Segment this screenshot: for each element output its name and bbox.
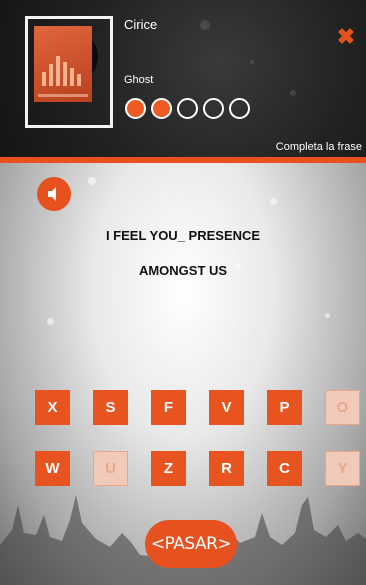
skip-button[interactable]: <PASAR> [145,520,237,568]
letter-key-v[interactable]: V [209,390,244,425]
progress-circle [151,98,172,119]
progress-circle [203,98,224,119]
song-header: Cirice Ghost ✖ Completa la frase [0,0,366,157]
bokeh-dot [250,60,254,64]
progress-circle [229,98,250,119]
close-icon[interactable]: ✖ [335,26,357,48]
equalizer-bar [77,74,81,86]
equalizer-bar [70,68,74,86]
album-caption [38,94,88,97]
equalizer-bar [63,62,67,86]
equalizer-bar [49,64,53,86]
progress-circle [177,98,198,119]
letter-key-p[interactable]: P [267,390,302,425]
album-art-icon [34,26,92,102]
bokeh-dot [47,318,54,325]
bokeh-dot [200,20,210,30]
letter-key-o[interactable]: O [325,390,360,425]
phrase-line-1: I FEEL YOU_ PRESENCE [105,228,261,243]
game-area: I FEEL YOU_ PRESENCE AMONGST US XSFVPO W… [0,163,366,585]
bokeh-dot [270,198,277,205]
phrase-line-2: AMONGST US [138,263,228,278]
keyboard-row-1: XSFVPO [35,390,360,425]
song-title: Ghost [124,74,154,86]
letter-key-x[interactable]: X [35,390,70,425]
speaker-icon [48,187,56,201]
equalizer-bar [56,56,60,86]
artist-name: Cirice [124,17,158,32]
play-sound-button[interactable] [37,177,71,211]
equalizer-bar [42,72,46,86]
progress-indicator [125,98,250,120]
bokeh-dot [88,177,96,185]
letter-key-f[interactable]: F [151,390,186,425]
bokeh-dot [290,90,296,96]
letter-key-s[interactable]: S [93,390,128,425]
progress-circle [125,98,146,119]
mode-label: Completa la frase [275,141,362,153]
bokeh-dot [325,313,330,318]
